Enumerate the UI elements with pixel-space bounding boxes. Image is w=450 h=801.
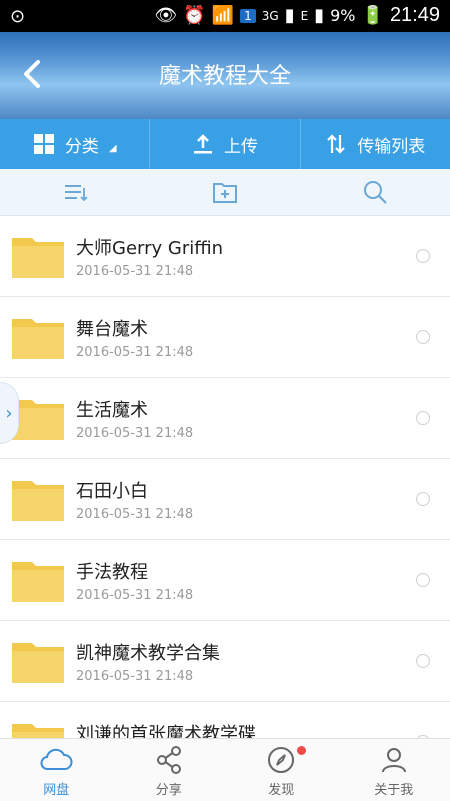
share-icon [152,743,186,777]
file-list: 大师Gerry Griffin 2016-05-31 21:48 舞台魔术 20… [0,216,450,738]
tab-me[interactable]: 关于我 [338,739,450,801]
upload-label: 上传 [224,132,258,157]
tab-share-label: 分享 [156,779,182,798]
folder-icon [12,720,64,738]
tab-discover[interactable]: 发现 [225,739,338,801]
status-bar: ⊙ 👁 ⏰ 📶 1 3G ▮ E ▮ 9% 🔋 21:49 [0,0,450,32]
file-time: 2016-05-31 21:48 [76,507,193,522]
header-banner: 魔术教程大全 [0,32,450,119]
select-checkbox[interactable] [416,654,430,668]
file-time: 2016-05-31 21:48 [76,426,193,441]
file-name: 生活魔术 [76,396,148,422]
transfer-list-label: 传输列表 [357,132,425,157]
signal-bars-icon: ▮ [314,5,324,26]
transfer-list-button[interactable]: 传输列表 [301,119,450,169]
file-name: 大师Gerry Griffin [76,234,223,260]
alarm-icon: ⏰ [183,5,205,26]
tab-discover-label: 发现 [268,779,294,798]
select-checkbox[interactable] [416,492,430,506]
page-title: 魔术教程大全 [0,58,450,90]
signal-icon: ▮ [285,5,295,26]
list-item[interactable]: 大师Gerry Griffin 2016-05-31 21:48 [0,216,450,297]
select-checkbox[interactable] [416,411,430,425]
transfer-arrows-icon [325,133,347,155]
file-name: 刘谦的首张魔术教学碟 [76,720,256,738]
chevron-right-icon: › [5,403,12,424]
category-button[interactable]: 分类 ◢ [0,119,150,169]
new-folder-button[interactable] [150,169,300,215]
file-time: 2016-05-31 21:48 [76,588,193,603]
grid-icon [33,133,55,155]
network-type-e: E [301,9,309,23]
sort-list-icon [61,178,89,206]
list-item[interactable]: 石田小白 2016-05-31 21:48 [0,459,450,540]
list-item[interactable]: 凯神魔术教学合集 2016-05-31 21:48 [0,621,450,702]
user-icon [377,743,411,777]
folder-icon [12,477,64,521]
select-checkbox[interactable] [416,330,430,344]
notification-badge: 1 [240,9,256,23]
folder-icon [12,234,64,278]
top-toolbar: 分类 ◢ 上传 传输列表 [0,119,450,169]
file-time: 2016-05-31 21:48 [76,669,193,684]
search-button[interactable] [300,169,450,215]
list-item[interactable]: 手法教程 2016-05-31 21:48 [0,540,450,621]
list-item[interactable]: 刘谦的首张魔术教学碟 [0,702,450,738]
discover-notification-dot [297,746,306,755]
side-drawer-handle[interactable]: › [0,382,19,444]
action-bar [0,169,450,216]
cloud-icon [39,743,73,777]
list-item[interactable]: 生活魔术 2016-05-31 21:48 [0,378,450,459]
compass-icon [264,743,298,777]
tab-cloud[interactable]: 网盘 [0,739,113,801]
network-type: 3G [262,9,279,23]
add-folder-icon [211,178,239,206]
list-item[interactable]: 舞台魔术 2016-05-31 21:48 [0,297,450,378]
select-checkbox[interactable] [416,249,430,263]
battery-percent: 9% [330,6,355,25]
category-label: 分类 [65,132,99,157]
select-checkbox[interactable] [416,573,430,587]
file-name: 舞台魔术 [76,315,148,341]
file-name: 手法教程 [76,558,148,584]
sort-button[interactable] [0,169,150,215]
upload-icon [192,133,214,155]
eye-icon: 👁 [154,5,177,26]
folder-icon [12,639,64,683]
battery-icon: 🔋 [362,5,384,26]
wifi-icon: 📶 [212,5,234,26]
search-icon [361,178,389,206]
dropdown-triangle-icon: ◢ [109,143,117,154]
clock: 21:49 [390,4,440,27]
file-name: 石田小白 [76,477,148,503]
bottom-nav: 网盘 分享 发现 关于我 [0,738,450,801]
upload-button[interactable]: 上传 [150,119,300,169]
folder-icon [12,396,64,440]
tab-me-label: 关于我 [374,779,413,798]
tab-share[interactable]: 分享 [113,739,226,801]
tab-cloud-label: 网盘 [43,779,69,798]
folder-icon [12,558,64,602]
settings-icon: ⊙ [10,6,25,27]
file-name: 凯神魔术教学合集 [76,639,220,665]
file-time: 2016-05-31 21:48 [76,264,193,279]
folder-icon [12,315,64,359]
file-time: 2016-05-31 21:48 [76,345,193,360]
